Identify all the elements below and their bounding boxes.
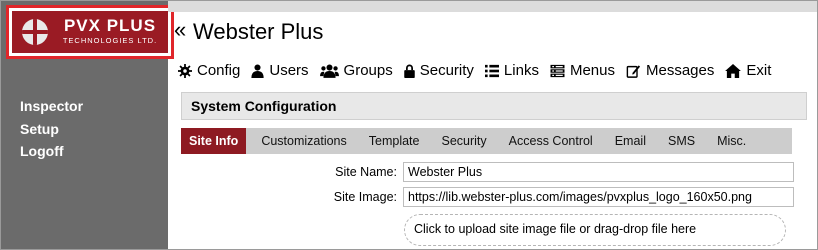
menu-item-label: Exit	[746, 62, 772, 79]
tab-misc[interactable]: Misc.	[706, 128, 757, 154]
back-button[interactable]: «	[174, 18, 186, 42]
settings-tabs: Site Info Customizations Template Securi…	[181, 128, 792, 154]
menu-item-messages[interactable]: Messages	[626, 60, 714, 82]
sidebar-nav: Inspector Setup Logoff	[20, 95, 83, 163]
tab-access-control[interactable]: Access Control	[498, 128, 604, 154]
menu-item-label: Menus	[569, 62, 615, 79]
menu-item-links[interactable]: Links	[484, 60, 539, 82]
sidebar-item-setup[interactable]: Setup	[20, 118, 83, 141]
upload-dropzone[interactable]: Click to upload site image file or drag-…	[404, 214, 786, 246]
menu-item-users[interactable]: Users	[251, 60, 309, 82]
panel-header: System Configuration	[181, 92, 807, 120]
site-image-input[interactable]	[403, 187, 794, 207]
page-title: Webster Plus	[193, 19, 324, 44]
logo-mark-icon	[22, 19, 48, 45]
menu-item-exit[interactable]: Exit	[725, 60, 771, 82]
edit-icon	[626, 65, 641, 78]
users-icon	[319, 64, 339, 78]
app-window: Inspector Setup Logoff PVX PLUS TECHNOLO…	[0, 0, 818, 250]
gear-icon	[178, 64, 192, 78]
sidebar-item-inspector[interactable]: Inspector	[20, 95, 83, 118]
tab-customizations[interactable]: Customizations	[250, 128, 357, 154]
tab-site-info[interactable]: Site Info	[181, 128, 247, 154]
sidebar-item-logoff[interactable]: Logoff	[20, 140, 83, 163]
user-icon	[251, 64, 264, 78]
menu-item-label: Links	[503, 62, 539, 79]
menu-item-groups[interactable]: Groups	[319, 60, 393, 82]
menu-item-label: Messages	[645, 62, 715, 79]
menu-item-config[interactable]: Config	[178, 60, 240, 82]
menu-item-menus[interactable]: Menus	[550, 60, 615, 82]
panel-title: System Configuration	[191, 98, 337, 114]
menu-item-label: Config	[197, 62, 241, 79]
site-name-input[interactable]	[403, 162, 794, 182]
logo-title: PVX PLUS	[63, 16, 157, 35]
menu-item-label: Security	[419, 62, 474, 79]
tab-email[interactable]: Email	[604, 128, 657, 154]
lock-icon	[403, 64, 415, 78]
home-icon	[725, 64, 742, 78]
logo[interactable]: PVX PLUS TECHNOLOGIES LTD.	[12, 11, 168, 53]
top-menu: Config Users Groups Security Links Menus…	[178, 60, 782, 82]
logo-highlight: PVX PLUS TECHNOLOGIES LTD.	[6, 5, 174, 59]
site-name-label: Site Name:	[335, 165, 397, 179]
logo-subtitle: TECHNOLOGIES LTD.	[62, 36, 158, 45]
tab-security[interactable]: Security	[431, 128, 498, 154]
menu-item-label: Groups	[343, 62, 393, 79]
list-icon	[484, 64, 499, 78]
tab-sms[interactable]: SMS	[657, 128, 706, 154]
menu-item-label: Users	[269, 62, 309, 79]
tab-template[interactable]: Template	[358, 128, 431, 154]
header-band	[168, 1, 817, 12]
site-image-label: Site Image:	[333, 190, 397, 204]
menu-icon	[550, 64, 565, 78]
menu-item-security[interactable]: Security	[403, 60, 474, 82]
